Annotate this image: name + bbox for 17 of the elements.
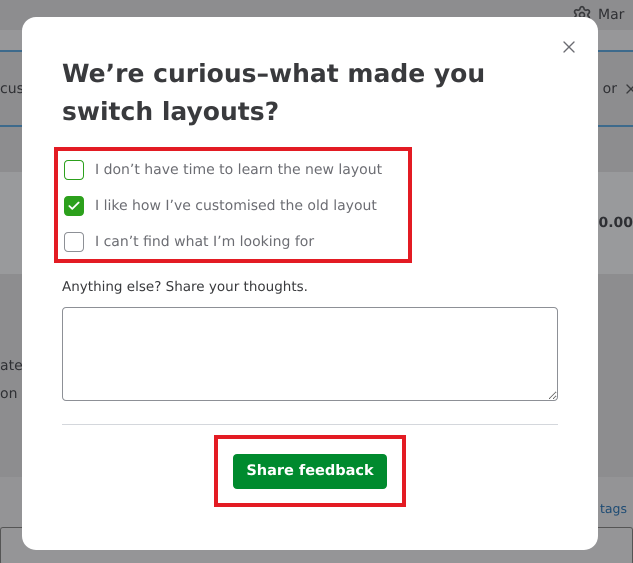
- comment-field[interactable]: [62, 307, 558, 401]
- share-feedback-button[interactable]: Share feedback: [233, 454, 387, 488]
- check-icon: [67, 199, 81, 213]
- user-menu-label[interactable]: Mar: [598, 7, 624, 23]
- option-label: I like how I’ve customised the old layout: [95, 198, 377, 214]
- checkbox[interactable]: [64, 160, 84, 180]
- option-label: I don’t have time to learn the new layout: [95, 162, 382, 178]
- body-text: on: [0, 386, 18, 402]
- amount-text: 0.00: [598, 215, 633, 231]
- comment-label: Anything else? Share your thoughts.: [62, 279, 309, 295]
- checkbox[interactable]: [64, 196, 84, 216]
- tags-link[interactable]: tags: [600, 500, 627, 516]
- body-text: ate: [0, 358, 23, 374]
- option-label: I can’t find what I’m looking for: [95, 234, 314, 250]
- tab-label[interactable]: or: [602, 80, 617, 96]
- dialog-title: We’re curious–what made you switch layouts?: [62, 58, 486, 128]
- checkbox[interactable]: [64, 232, 84, 252]
